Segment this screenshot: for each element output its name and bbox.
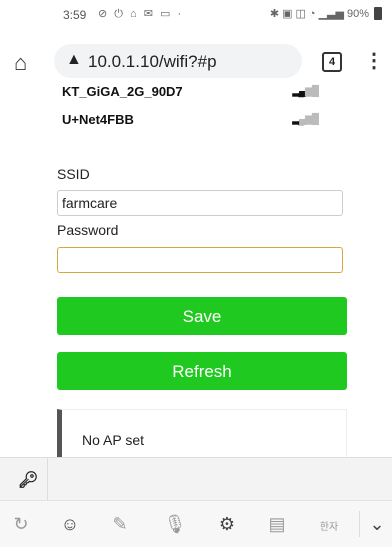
network-ssid[interactable]: U+Net4FBB: [62, 112, 134, 127]
address-bar[interactable]: ▲ 10.0.1.10/wifi?#p: [54, 44, 302, 78]
keyboard-toolbar: ↻ ☺ ✎ 🎙︎ ⚙ ▤ 한자 ⌄: [0, 500, 392, 547]
nfc-icon: ▣: [282, 8, 293, 20]
clipboard-panel-icon[interactable]: ▤: [262, 514, 292, 535]
settings-gear-icon[interactable]: ⚙: [212, 514, 242, 535]
not-secure-warning-icon[interactable]: ▲: [66, 51, 82, 69]
bluetooth-icon: ✱: [269, 8, 280, 20]
divider: [359, 511, 360, 537]
tab-switcher-button[interactable]: 4: [322, 52, 342, 72]
signal-strength-icon: ▂▄▆█: [292, 114, 319, 125]
vibrate-icon: ◫: [295, 8, 306, 20]
divider: [47, 458, 48, 501]
chevron-down-icon[interactable]: ⌄: [362, 514, 392, 535]
refresh-button[interactable]: Refresh: [57, 352, 347, 390]
signal-strength-icon: ▂▄▆█: [292, 86, 319, 97]
network-item[interactable]: U+Net4FBB 🔒︎ ▂▄▆█: [62, 112, 342, 140]
battery-icon: [374, 7, 382, 20]
ssid-input[interactable]: [57, 190, 343, 216]
notification-icons: ⊘ ⏻ ⌂ ✉ ▭ ·: [98, 8, 184, 20]
more-menu-icon[interactable]: ⋮: [364, 48, 384, 73]
password-label: Password: [57, 222, 119, 238]
ssid-label: SSID: [57, 166, 90, 182]
url-text[interactable]: 10.0.1.10/wifi?#p: [88, 52, 217, 72]
status-message: No AP set: [82, 432, 145, 448]
battery-text: 90%: [346, 7, 369, 20]
status-time: 3:59: [63, 8, 87, 22]
signal-icon: ▁▃▅: [318, 8, 344, 20]
handwriting-icon[interactable]: ✎: [105, 514, 135, 535]
microphone-icon[interactable]: 🎙︎: [160, 514, 190, 535]
network-ssid[interactable]: KT_GiGA_2G_90D7: [62, 84, 183, 99]
system-tray: ✱ ▣ ◫ ◔ ▁▃▅ 90%: [270, 7, 382, 20]
home-icon[interactable]: ⌂: [14, 50, 27, 76]
password-key-icon[interactable]: 🔑︎: [18, 470, 38, 490]
status-bar: 3:59 ⊘ ⏻ ⌂ ✉ ▭ · ✱ ▣ ◫ ◔ ▁▃▅ 90%: [0, 0, 392, 30]
password-input[interactable]: [57, 247, 343, 273]
keyboard-accessory-bar: 🔑︎: [0, 457, 392, 501]
clipboard-icon[interactable]: ↻: [6, 514, 36, 535]
wifi-icon: ◔: [308, 7, 316, 20]
network-list: KT_GiGA_2G_90D7 🔒︎ ▂▄▆█ U+Net4FBB 🔒︎ ▂▄▆…: [62, 84, 342, 140]
hanja-key[interactable]: 한자: [314, 518, 344, 533]
network-item[interactable]: KT_GiGA_2G_90D7 🔒︎ ▂▄▆█: [62, 84, 342, 112]
browser-toolbar: ⌂ ▲ 10.0.1.10/wifi?#p 4 ⋮: [0, 40, 392, 82]
save-button[interactable]: Save: [57, 297, 347, 335]
emoji-icon[interactable]: ☺: [55, 514, 85, 535]
